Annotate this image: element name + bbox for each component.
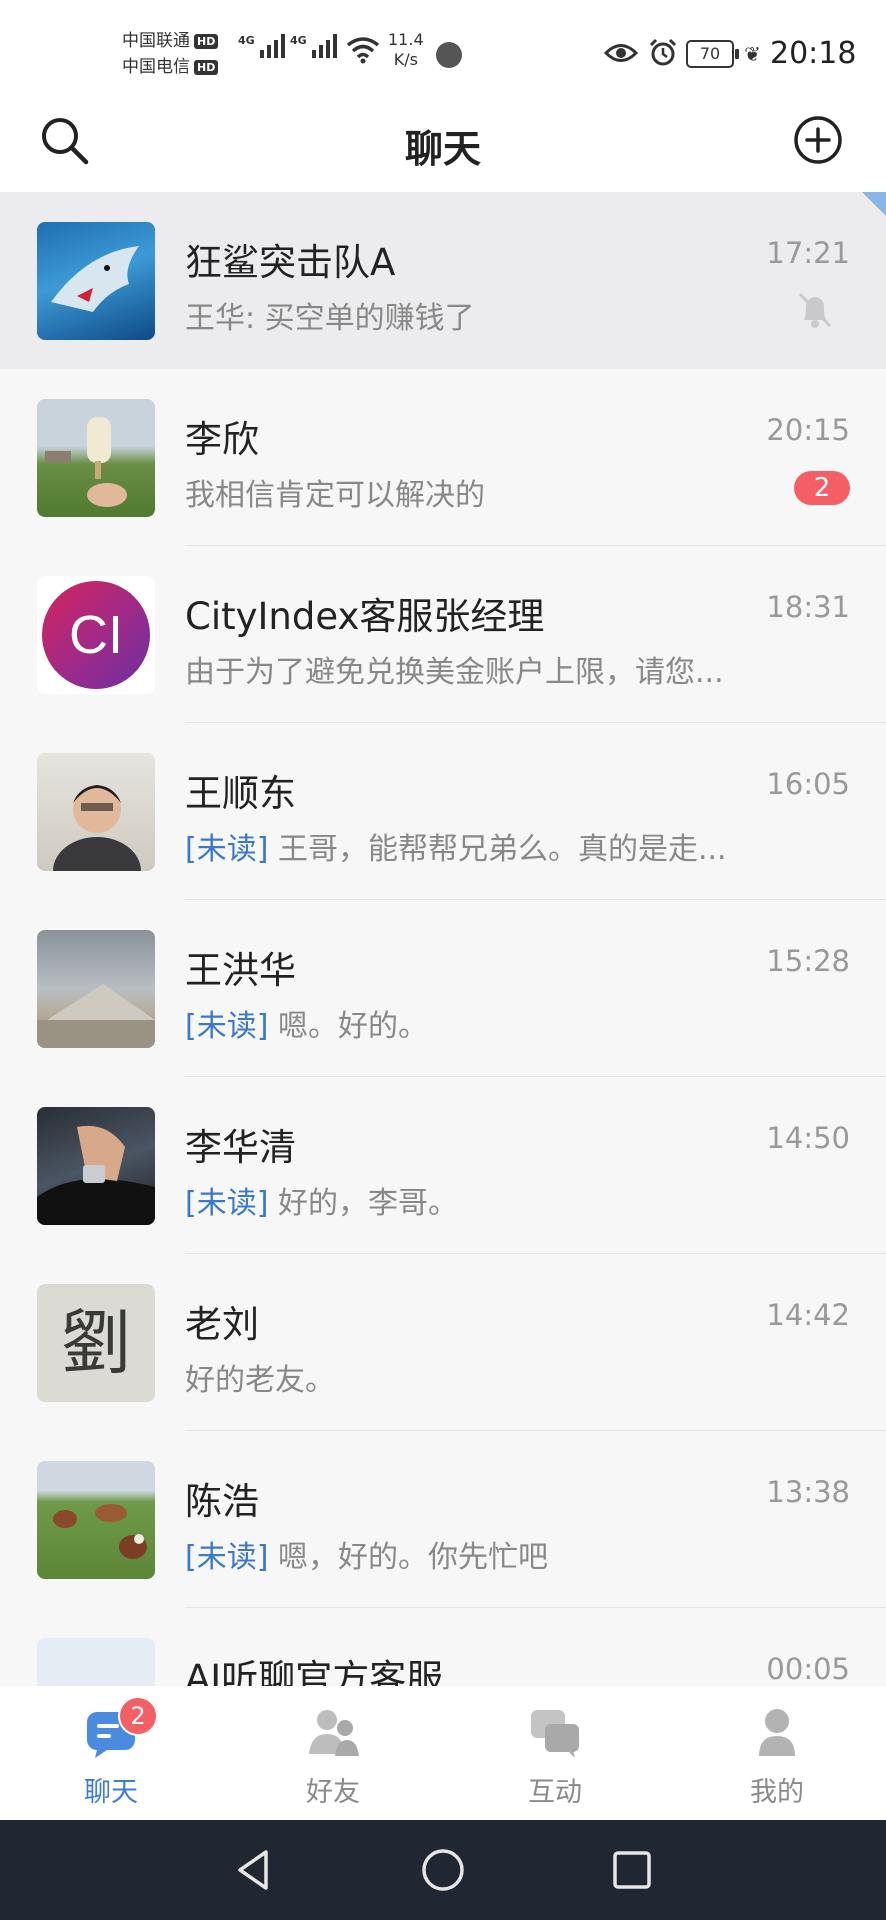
chat-name: 老刘: [185, 1303, 259, 1346]
chat-time: 20:15: [766, 413, 850, 447]
chat-time: 15:28: [766, 944, 850, 978]
status-time: 20:18: [770, 36, 857, 71]
chat-preview: 由于为了避免兑换美金账户上限，请您...: [185, 655, 724, 690]
chat-preview: [未读] 嗯。好的。: [185, 1009, 428, 1044]
landscape-avatar[interactable]: [37, 930, 155, 1048]
friends-icon: [309, 1710, 359, 1756]
car-avatar[interactable]: [37, 1107, 155, 1225]
chat-time: 18:31: [766, 590, 850, 624]
chat-preview: [未读] 好的，李哥。: [185, 1186, 458, 1221]
shark-avatar[interactable]: [37, 222, 155, 340]
recents-icon[interactable]: [610, 1848, 654, 1892]
man-avatar[interactable]: [37, 753, 155, 871]
pinned-marker: [862, 192, 886, 216]
chat-name: 王顺东: [185, 772, 296, 815]
chat-preview: 王华: 买空单的赚钱了: [185, 301, 475, 336]
chat-name: 王洪华: [185, 949, 296, 992]
tab-label: 我的: [750, 1777, 804, 1808]
signal-icon: 4G: [238, 34, 285, 58]
tab-label: 互动: [528, 1777, 582, 1808]
status-bar: 中国联通 HD 中国电信 HD 4G 4G 11.4 K/s 70 ❦ 20:18: [0, 0, 886, 100]
audio-record-icon: [436, 42, 462, 68]
chat-time: 13:38: [766, 1475, 850, 1509]
cows-avatar[interactable]: [37, 1461, 155, 1579]
calligraphy-avatar[interactable]: 劉: [37, 1284, 155, 1402]
page-title: 聊天: [404, 127, 481, 171]
carrier-2: 中国电信: [122, 57, 190, 77]
tab-label: 好友: [306, 1777, 360, 1808]
chat-name: 狂鲨突击队A: [185, 241, 396, 284]
chat-row[interactable]: 陈浩 [未读] 嗯，好的。你先忙吧 13:38: [0, 1431, 886, 1608]
chat-row[interactable]: CI CityIndex客服张经理 由于为了避免兑换美金账户上限，请您... 1…: [0, 546, 886, 723]
chat-row[interactable]: 王洪华 [未读] 嗯。好的。 15:28: [0, 900, 886, 1077]
signal-icon: 4G: [290, 34, 337, 58]
chat-time: 16:05: [766, 767, 850, 801]
field-avatar[interactable]: [37, 399, 155, 517]
chat-preview: [未读] 王哥，能帮帮兄弟么。真的是走...: [185, 832, 727, 867]
chat-row[interactable]: 李华清 [未读] 好的，李哥。 14:50: [0, 1077, 886, 1254]
tab-chat[interactable]: 2 聊天: [0, 1686, 222, 1820]
network-speed: 11.4 K/s: [388, 30, 424, 69]
tab-badge: 2: [118, 1696, 158, 1736]
bottom-tab-bar: 2 聊天 好友 互动 我的: [0, 1686, 886, 1820]
calligraphy-character: 劉: [61, 1302, 131, 1384]
unread-count-badge: 2: [794, 471, 850, 505]
eye-icon: [604, 44, 638, 62]
chat-name: 李华清: [185, 1126, 296, 1169]
chat-time: 00:05: [766, 1652, 850, 1686]
ci-avatar[interactable]: CI: [37, 576, 155, 694]
service-avatar[interactable]: [37, 1638, 155, 1686]
battery-icon: 70: [686, 40, 739, 68]
chat-name: CityIndex客服张经理: [185, 595, 545, 638]
chat-name: AI听聊官方客服: [185, 1657, 444, 1686]
carrier-1: 中国联通: [122, 31, 190, 51]
tab-profile[interactable]: 我的: [666, 1686, 886, 1820]
app-header: 聊天: [0, 100, 886, 192]
wifi-icon: [346, 37, 380, 64]
chat-row[interactable]: 李欣 我相信肯定可以解决的 20:15 2: [0, 369, 886, 546]
hd-icon: HD: [194, 33, 219, 49]
tab-interaction[interactable]: 互动: [444, 1686, 666, 1820]
interaction-icon: [531, 1710, 579, 1758]
hd-icon: HD: [194, 59, 219, 75]
chat-preview: 好的老友。: [185, 1363, 335, 1398]
ci-logo: CI: [42, 581, 150, 689]
chat-preview: 我相信肯定可以解决的: [185, 478, 485, 513]
home-icon[interactable]: [420, 1848, 466, 1892]
chat-row[interactable]: 王顺东 [未读] 王哥，能帮帮兄弟么。真的是走... 16:05: [0, 723, 886, 900]
chat-preview: [未读] 嗯，好的。你先忙吧: [185, 1540, 548, 1575]
chat-time: 14:42: [766, 1298, 850, 1332]
chat-row[interactable]: 劉 老刘 好的老友。 14:42: [0, 1254, 886, 1431]
alarm-icon: [649, 38, 677, 66]
tab-label: 聊天: [84, 1777, 138, 1808]
chat-row[interactable]: 狂鲨突击队A 王华: 买空单的赚钱了 17:21: [0, 192, 886, 369]
system-nav-bar: [0, 1820, 886, 1920]
mute-bell-icon: [798, 292, 832, 328]
carrier-info: 中国联通 HD 中国电信 HD: [122, 28, 219, 80]
chat-time: 17:21: [766, 236, 850, 270]
chat-row[interactable]: AI听聊官方客服 00:05: [0, 1608, 886, 1686]
tab-friends[interactable]: 好友: [222, 1686, 444, 1820]
back-icon[interactable]: [232, 1848, 276, 1892]
chat-name: 李欣: [185, 418, 259, 461]
chat-time: 14:50: [766, 1121, 850, 1155]
add-icon[interactable]: [792, 114, 844, 166]
leaf-icon: ❦: [744, 42, 761, 66]
profile-icon: [759, 1709, 795, 1756]
chat-name: 陈浩: [185, 1480, 259, 1523]
chat-list[interactable]: 狂鲨突击队A 王华: 买空单的赚钱了 17:21 李欣 我相信肯定可以解决的 2…: [0, 192, 886, 1686]
